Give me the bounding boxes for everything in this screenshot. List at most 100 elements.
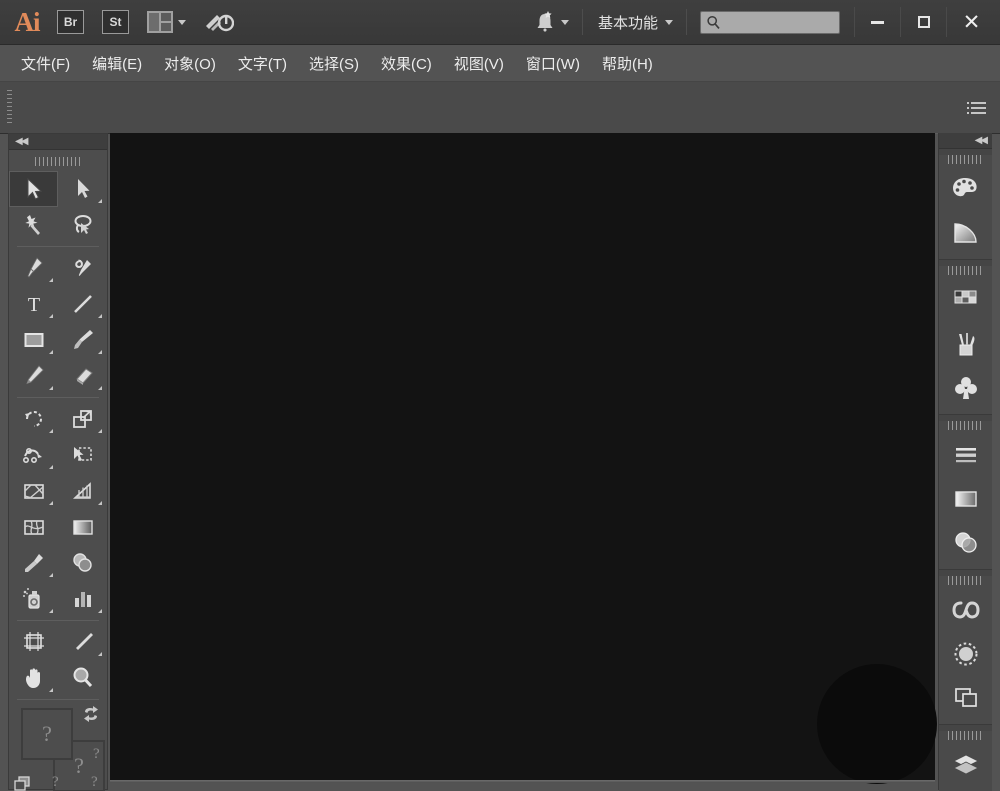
paintbrush-tool[interactable] — [58, 322, 107, 358]
eraser-tool[interactable] — [58, 358, 107, 394]
collapse-panel-icon[interactable]: ◀◀ — [15, 137, 26, 147]
panel-artboards[interactable] — [939, 676, 992, 720]
hand-tool[interactable] — [9, 660, 58, 696]
panel-layers[interactable] — [939, 743, 992, 787]
document-canvas[interactable] — [110, 133, 935, 780]
tools-panel-grip[interactable] — [35, 157, 81, 166]
dock-group-grip[interactable] — [948, 421, 984, 430]
tool-flyout-indicator[interactable] — [49, 386, 53, 390]
perspective-grid-tool[interactable] — [58, 473, 107, 509]
panel-swatches[interactable] — [939, 278, 992, 322]
fill-swatch[interactable]: ? — [21, 708, 73, 760]
menu-window[interactable]: 窗口(W) — [515, 49, 591, 78]
panel-transparency[interactable] — [939, 521, 992, 565]
menu-view[interactable]: 视图(V) — [443, 49, 515, 78]
tool-flyout-indicator[interactable] — [98, 314, 102, 318]
control-bar-menu-button[interactable] — [967, 102, 986, 114]
dock-group-grip[interactable] — [948, 155, 984, 164]
panel-color-guide[interactable] — [939, 211, 992, 255]
eyedropper-tool[interactable] — [9, 545, 58, 581]
rectangle-tool[interactable] — [9, 322, 58, 358]
zoom-tool[interactable] — [58, 660, 107, 696]
tool-flyout-indicator[interactable] — [98, 199, 102, 203]
chevron-down-icon — [665, 20, 673, 25]
menu-edit[interactable]: 编辑(E) — [81, 49, 153, 78]
width-tool[interactable] — [9, 437, 58, 473]
search-input[interactable] — [721, 15, 829, 29]
selection-tool[interactable] — [9, 171, 58, 207]
control-bar-grip[interactable] — [7, 90, 12, 126]
minimize-button[interactable] — [854, 7, 900, 37]
search-container[interactable] — [691, 0, 844, 45]
panel-brushes[interactable] — [939, 322, 992, 366]
workspace-switcher[interactable]: 基本功能 — [587, 0, 682, 45]
dock-group-grip[interactable] — [948, 731, 984, 740]
tool-flyout-indicator[interactable] — [98, 350, 102, 354]
panel-symbols[interactable] — [939, 366, 992, 410]
menu-file[interactable]: 文件(F) — [10, 49, 81, 78]
expand-panels-icon[interactable]: ◀◀ — [975, 136, 986, 146]
tool-flyout-indicator[interactable] — [98, 386, 102, 390]
tool-flyout-indicator[interactable] — [98, 609, 102, 613]
notifications-button[interactable] — [525, 0, 578, 45]
mesh-tool[interactable] — [9, 509, 58, 545]
menu-effect[interactable]: 效果(C) — [370, 49, 443, 78]
launch-workspace-button[interactable] — [195, 0, 243, 45]
shape-builder-tool[interactable] — [9, 473, 58, 509]
dock-group-grip[interactable] — [948, 576, 984, 585]
panel-appearance[interactable] — [939, 632, 992, 676]
type-tool[interactable]: T — [9, 286, 58, 322]
lasso-tool[interactable] — [58, 207, 107, 243]
tool-flyout-indicator[interactable] — [49, 609, 53, 613]
close-button[interactable]: ✕ — [946, 7, 1000, 37]
menu-help[interactable]: 帮助(H) — [591, 49, 664, 78]
maximize-button[interactable] — [900, 7, 946, 37]
tool-flyout-indicator[interactable] — [49, 465, 53, 469]
swap-fill-stroke-icon[interactable] — [81, 704, 101, 724]
panel-gradient[interactable] — [939, 477, 992, 521]
bridge-icon: Br — [57, 10, 84, 34]
direct-selection-tool[interactable] — [58, 171, 107, 207]
menu-type[interactable]: 文字(T) — [227, 49, 298, 78]
gradient-tool[interactable] — [58, 509, 107, 545]
tool-flyout-indicator[interactable] — [98, 652, 102, 656]
rotate-tool[interactable] — [9, 401, 58, 437]
column-graph-tool[interactable] — [58, 581, 107, 617]
tool-flyout-indicator[interactable] — [49, 573, 53, 577]
pencil-tool[interactable] — [9, 358, 58, 394]
tool-flyout-indicator[interactable] — [49, 278, 53, 282]
panel-links[interactable] — [939, 787, 992, 791]
line-segment-tool[interactable] — [58, 286, 107, 322]
tool-flyout-indicator[interactable] — [49, 501, 53, 505]
panel-color[interactable] — [939, 167, 992, 211]
slice-tool[interactable] — [58, 624, 107, 660]
magic-wand-tool[interactable] — [9, 207, 58, 243]
tool-flyout-indicator[interactable] — [98, 429, 102, 433]
panel-cc-libraries[interactable] — [939, 588, 992, 632]
menu-select[interactable]: 选择(S) — [298, 49, 370, 78]
bridge-button[interactable]: Br — [48, 0, 93, 45]
minimize-icon — [871, 21, 884, 24]
panel-stroke[interactable] — [939, 433, 992, 477]
tools-panel-header[interactable]: ◀◀ — [9, 134, 107, 150]
free-transform-tool[interactable] — [58, 437, 107, 473]
scale-tool[interactable] — [58, 401, 107, 437]
tool-flyout-indicator[interactable] — [49, 429, 53, 433]
menu-object[interactable]: 对象(O) — [153, 49, 227, 78]
blend-tool[interactable] — [58, 545, 107, 581]
dock-header[interactable]: ◀◀ — [939, 133, 992, 149]
default-fill-stroke-icon[interactable] — [13, 772, 33, 791]
tool-flyout-indicator[interactable] — [49, 350, 53, 354]
tool-flyout-indicator[interactable] — [98, 501, 102, 505]
tools-panel: ◀◀ — [8, 133, 108, 790]
stock-button[interactable]: St — [93, 0, 138, 45]
symbol-sprayer-tool[interactable] — [9, 581, 58, 617]
pen-tool[interactable] — [9, 250, 58, 286]
tool-flyout-indicator[interactable] — [49, 314, 53, 318]
search-box[interactable] — [700, 11, 840, 34]
artboard-tool[interactable] — [9, 624, 58, 660]
tool-flyout-indicator[interactable] — [49, 688, 53, 692]
dock-group-grip[interactable] — [948, 266, 984, 275]
curvature-tool[interactable] — [58, 250, 107, 286]
arrange-documents-button[interactable] — [138, 0, 195, 45]
